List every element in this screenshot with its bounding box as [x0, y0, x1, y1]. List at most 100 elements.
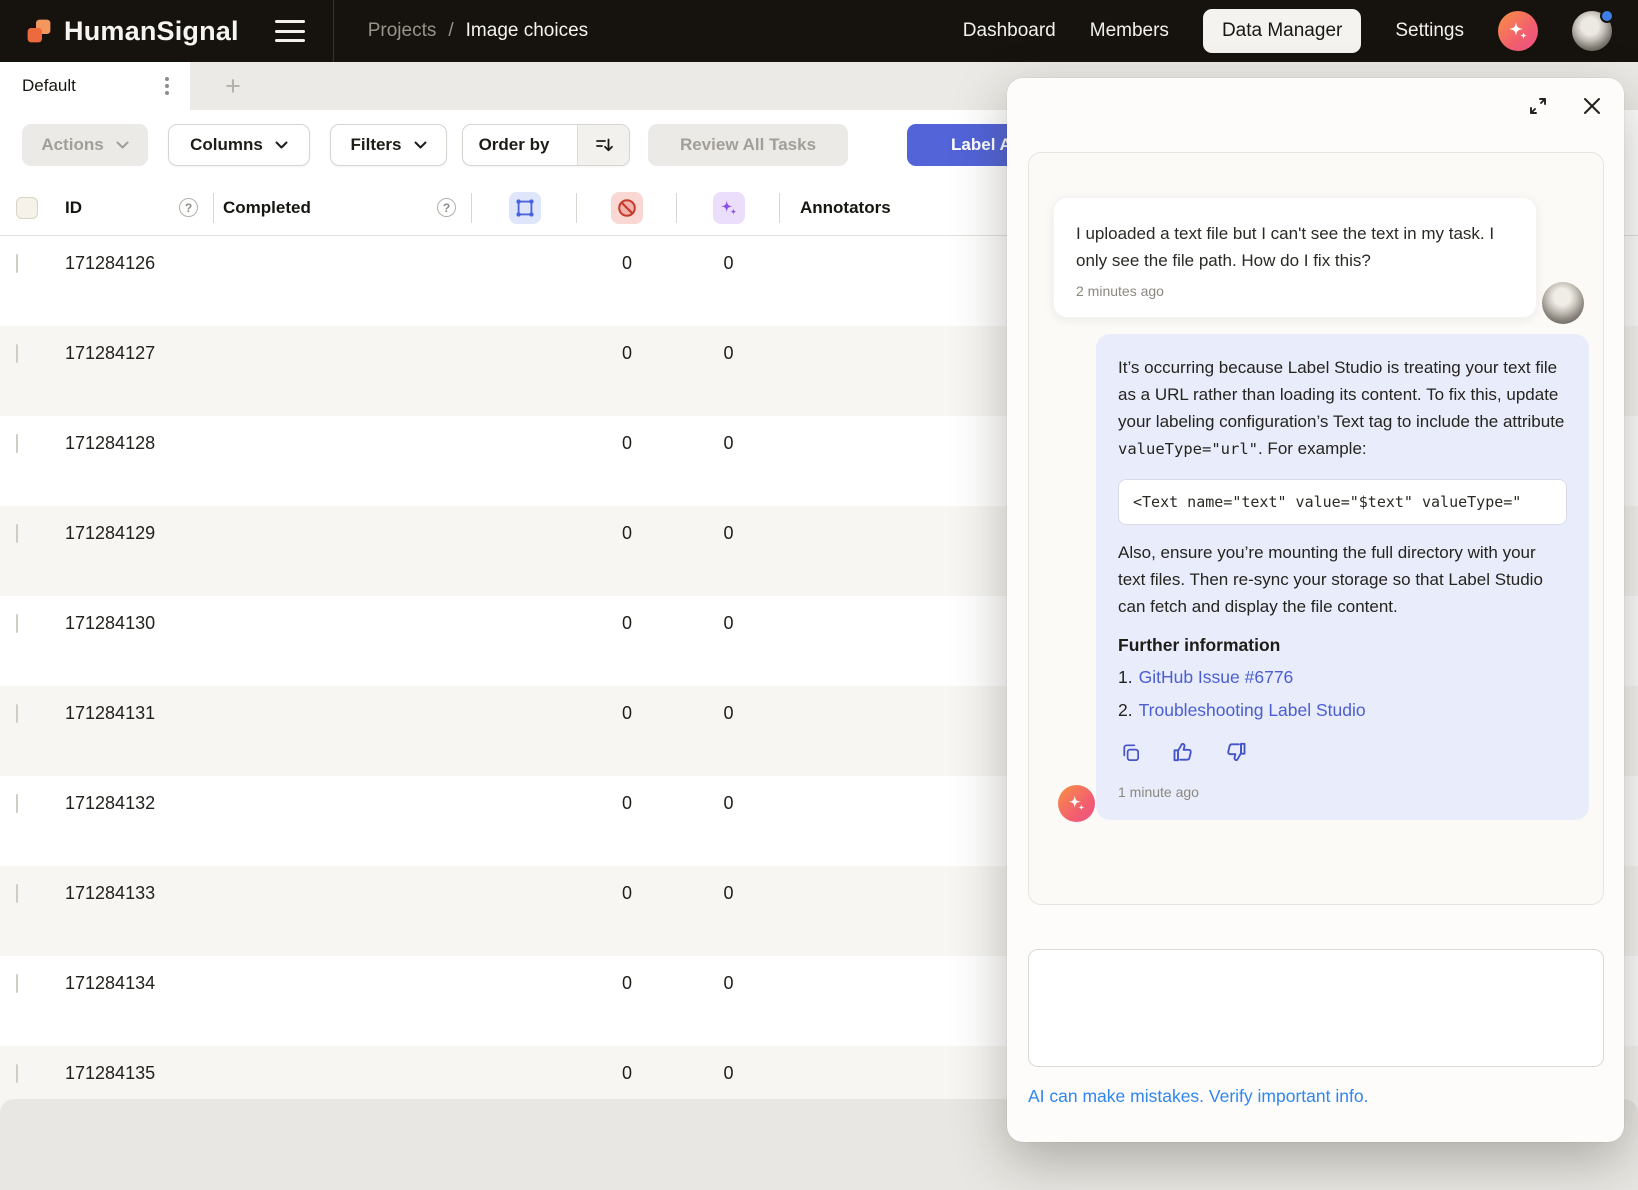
- navbar-divider: [333, 0, 334, 62]
- thumbs-up-icon: [1171, 740, 1195, 764]
- row-annotations-count: 0: [577, 523, 677, 544]
- chevron-down-icon: [414, 141, 427, 150]
- brand[interactable]: HumanSignal: [24, 16, 239, 47]
- breadcrumb-current-project: Image choices: [466, 20, 589, 42]
- user-avatar[interactable]: [1572, 11, 1612, 51]
- select-all-checkbox[interactable]: [16, 197, 38, 219]
- row-checkbox[interactable]: [16, 704, 18, 723]
- row-annotations-count: 0: [577, 793, 677, 814]
- annotations-column-header[interactable]: [509, 192, 541, 224]
- troubleshooting-link[interactable]: Troubleshooting Label Studio: [1139, 700, 1366, 720]
- list-item: 1. GitHub Issue #6776: [1118, 667, 1567, 688]
- id-help-icon[interactable]: ?: [179, 198, 198, 217]
- row-id: 171284135: [56, 1063, 577, 1084]
- user-message-text: I uploaded a text file but I can't see t…: [1076, 220, 1514, 274]
- row-id: 171284131: [56, 703, 577, 724]
- row-cancelled-count: 0: [677, 433, 780, 454]
- message-actions: [1118, 740, 1567, 764]
- row-id: 171284132: [56, 793, 577, 814]
- row-annotations-count: 0: [577, 973, 677, 994]
- thumbs-up-button[interactable]: [1171, 740, 1195, 764]
- ai-message-time: 1 minute ago: [1118, 784, 1567, 800]
- breadcrumb-separator: /: [448, 20, 453, 42]
- presence-dot: [1600, 9, 1614, 23]
- row-checkbox[interactable]: [16, 1064, 18, 1083]
- tab-default[interactable]: Default: [0, 62, 190, 110]
- row-annotations-count: 0: [577, 253, 677, 274]
- nav-settings[interactable]: Settings: [1395, 20, 1464, 42]
- row-id: 171284133: [56, 883, 577, 904]
- nav-dashboard[interactable]: Dashboard: [963, 20, 1056, 42]
- conversation-container: I uploaded a text file but I can't see t…: [1028, 152, 1604, 905]
- row-checkbox[interactable]: [16, 254, 18, 273]
- row-id: 171284126: [56, 253, 577, 274]
- sparkles-icon: [1066, 793, 1087, 814]
- completed-help-icon[interactable]: ?: [437, 198, 456, 217]
- thumbs-down-button[interactable]: [1224, 740, 1248, 764]
- github-issue-link[interactable]: GitHub Issue #6776: [1139, 667, 1294, 687]
- row-id: 171284127: [56, 343, 577, 364]
- ai-message-paragraph-2: Also, ensure you’re mounting the full di…: [1118, 539, 1567, 620]
- row-cancelled-count: 0: [677, 253, 780, 274]
- columns-dropdown[interactable]: Columns: [168, 124, 310, 166]
- chevron-down-icon: [275, 141, 288, 150]
- cancelled-annotations-column-header[interactable]: [611, 192, 643, 224]
- breadcrumb: Projects / Image choices: [368, 20, 588, 42]
- filters-dropdown[interactable]: Filters: [330, 124, 447, 166]
- humansignal-logo-icon: [24, 16, 54, 46]
- ai-assistant-button[interactable]: [1498, 11, 1538, 51]
- review-all-tasks-label: Review All Tasks: [680, 135, 816, 155]
- row-checkbox[interactable]: [16, 344, 18, 363]
- row-cancelled-count: 0: [677, 613, 780, 634]
- row-checkbox[interactable]: [16, 974, 18, 993]
- row-annotations-count: 0: [577, 1063, 677, 1084]
- ai-p1-text: It’s occurring because Label Studio is t…: [1118, 358, 1564, 431]
- row-id: 171284129: [56, 523, 577, 544]
- review-all-tasks-button[interactable]: Review All Tasks: [648, 124, 848, 166]
- copy-button[interactable]: [1118, 740, 1142, 764]
- order-by-label: Order by: [463, 135, 565, 155]
- add-view-button[interactable]: +: [210, 62, 256, 110]
- thumbs-down-icon: [1224, 740, 1248, 764]
- close-panel-button[interactable]: [1580, 94, 1604, 118]
- nav-members[interactable]: Members: [1090, 20, 1169, 42]
- actions-dropdown[interactable]: Actions: [22, 124, 148, 166]
- ai-message-avatar: [1058, 785, 1095, 822]
- further-information-heading: Further information: [1118, 635, 1567, 656]
- row-id: 171284128: [56, 433, 577, 454]
- tab-options-kebab-icon[interactable]: [158, 76, 176, 96]
- reference-links-list: 1.GitHub Issue #6776 2.Troubleshooting L…: [1118, 667, 1567, 721]
- row-annotations-count: 0: [577, 883, 677, 904]
- row-checkbox[interactable]: [16, 794, 18, 813]
- breadcrumb-projects[interactable]: Projects: [368, 20, 437, 42]
- row-checkbox[interactable]: [16, 434, 18, 453]
- column-annotators-header[interactable]: Annotators: [800, 198, 891, 218]
- order-by-control[interactable]: Order by: [462, 124, 630, 166]
- tab-default-label: Default: [22, 76, 76, 96]
- code-snippet[interactable]: <Text name="text" value="$text" valueTyp…: [1118, 479, 1567, 525]
- expand-panel-button[interactable]: [1526, 94, 1550, 118]
- row-annotations-count: 0: [577, 343, 677, 364]
- row-annotations-count: 0: [577, 613, 677, 634]
- hamburger-menu-icon[interactable]: [275, 20, 305, 42]
- row-checkbox[interactable]: [16, 524, 18, 543]
- expand-icon: [1526, 94, 1550, 118]
- nav-data-manager-active[interactable]: Data Manager: [1203, 9, 1361, 53]
- row-checkbox[interactable]: [16, 884, 18, 903]
- top-navbar: HumanSignal Projects / Image choices Das…: [0, 0, 1638, 62]
- close-icon: [1580, 94, 1604, 118]
- sort-direction-button[interactable]: [577, 124, 629, 166]
- list-number: 1.: [1118, 667, 1133, 687]
- chat-message-input[interactable]: [1028, 949, 1604, 1067]
- ai-disclaimer-link[interactable]: AI can make mistakes. Verify important i…: [1028, 1086, 1368, 1107]
- row-id: 171284130: [56, 613, 577, 634]
- column-completed-header[interactable]: Completed: [214, 198, 311, 218]
- column-id-header[interactable]: ID: [56, 198, 82, 218]
- sparkles-icon: [718, 197, 740, 219]
- sort-icon: [593, 134, 615, 156]
- user-message: I uploaded a text file but I can't see t…: [1053, 197, 1537, 318]
- columns-label: Columns: [190, 135, 263, 155]
- predictions-column-header[interactable]: [713, 192, 745, 224]
- ai-p1-inline-code: valueType="url": [1118, 440, 1258, 458]
- row-checkbox[interactable]: [16, 614, 18, 633]
